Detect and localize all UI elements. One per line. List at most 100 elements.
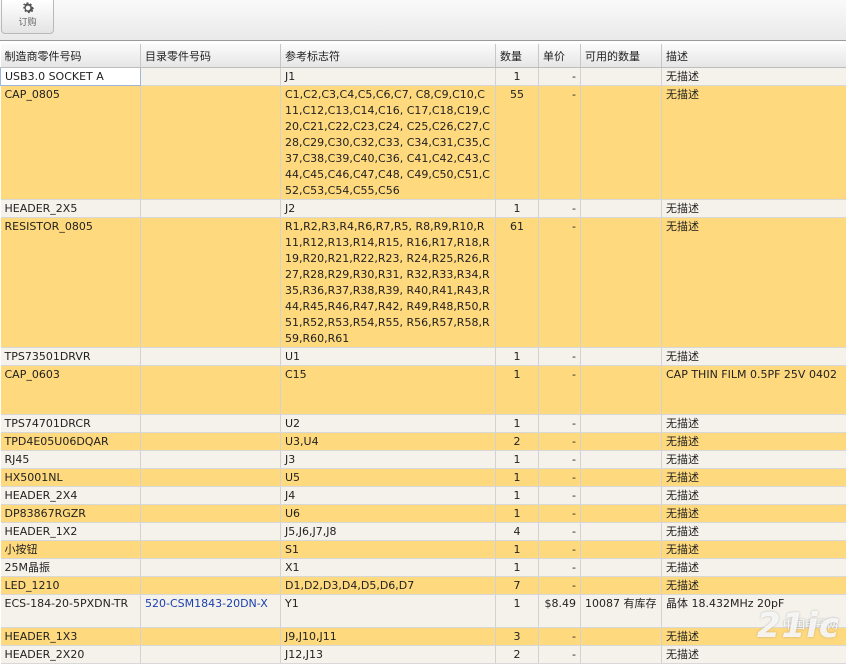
col-header-unit-price[interactable]: 单价 — [539, 44, 581, 68]
table-row[interactable]: LED_1210D1,D2,D3,D4,D5,D6,D77-无描述 — [1, 577, 846, 595]
quantity-cell: 61 — [496, 218, 539, 348]
ref-designator-cell: J2 — [281, 200, 496, 218]
unit-price-cell: - — [539, 86, 581, 200]
mfr-part-cell[interactable]: RESISTOR_0805 — [1, 218, 141, 348]
order-button[interactable]: 订购 — [1, 0, 54, 34]
table-row[interactable]: HEADER_2X5J21-无描述 — [1, 200, 846, 218]
mfr-part-cell[interactable]: HX5001NL — [1, 469, 141, 487]
unit-price-cell: - — [539, 451, 581, 469]
col-header-catalog-part[interactable]: 目录零件号码 — [141, 44, 281, 68]
quantity-cell: 3 — [496, 628, 539, 646]
table-row[interactable]: DP83867RGZRU61-无描述 — [1, 505, 846, 523]
quantity-cell: 55 — [496, 86, 539, 200]
quantity-cell: 1 — [496, 541, 539, 559]
mfr-part-cell[interactable]: CAP_0805 — [1, 86, 141, 200]
mfr-part-cell[interactable]: CAP_0603 — [1, 366, 141, 415]
description-cell: 无描述 — [662, 646, 846, 664]
mfr-part-cell[interactable]: TPD4E05U06DQAR — [1, 433, 141, 451]
table-row[interactable]: 小按钮S11-无描述 — [1, 541, 846, 559]
mfr-part-cell[interactable]: HEADER_2X5 — [1, 200, 141, 218]
table-row[interactable]: USB3.0 SOCKET A J11- 无描述 — [1, 68, 846, 86]
mfr-part-cell[interactable]: HEADER_1X2 — [1, 523, 141, 541]
available-qty-cell — [581, 348, 662, 366]
available-qty-cell — [581, 628, 662, 646]
catalog-part-cell — [141, 559, 281, 577]
table-row[interactable]: HEADER_1X3J9,J10,J113-无描述 — [1, 628, 846, 646]
unit-price-cell: - — [539, 433, 581, 451]
mfr-part-cell[interactable]: HEADER_1X3 — [1, 628, 141, 646]
table-row[interactable]: RESISTOR_0805R1,R2,R3,R4,R6,R7,R5, R8,R9… — [1, 218, 846, 348]
quantity-cell: 1 — [496, 595, 539, 628]
catalog-part-cell — [141, 366, 281, 415]
mfr-part-cell[interactable]: 25M晶振 — [1, 559, 141, 577]
table-row[interactable]: HEADER_2X20J12,J132-无描述 — [1, 646, 846, 664]
mfr-part-cell[interactable]: DP83867RGZR — [1, 505, 141, 523]
description-cell: 无描述 — [662, 541, 846, 559]
unit-price-cell: - — [539, 469, 581, 487]
col-header-ref-designator[interactable]: 参考标志符 — [281, 44, 496, 68]
unit-price-cell: - — [539, 541, 581, 559]
mfr-part-cell[interactable]: USB3.0 SOCKET A — [1, 68, 141, 86]
table-row[interactable]: CAP_0603C151-CAP THIN FILM 0.5PF 25V 040… — [1, 366, 846, 415]
unit-price-cell: - — [539, 487, 581, 505]
unit-price-cell: - — [539, 628, 581, 646]
catalog-part-cell — [141, 577, 281, 595]
order-label: 订购 — [2, 18, 53, 28]
unit-price-cell: - — [539, 559, 581, 577]
quantity-cell: 1 — [496, 68, 539, 86]
catalog-part-link[interactable]: 520-CSM1843-20DN-X — [145, 597, 268, 610]
quantity-cell: 1 — [496, 366, 539, 415]
mfr-part-cell[interactable]: TPS74701DRCR — [1, 415, 141, 433]
quantity-cell: 1 — [496, 200, 539, 218]
mfr-part-cell[interactable]: TPS73501DRVR — [1, 348, 141, 366]
gear-icon — [18, 0, 38, 16]
unit-price-cell: - — [539, 505, 581, 523]
available-qty-cell — [581, 200, 662, 218]
catalog-part-cell — [141, 469, 281, 487]
table-row[interactable]: HEADER_1X2J5,J6,J7,J84-无描述 — [1, 523, 846, 541]
quantity-cell: 1 — [496, 451, 539, 469]
col-header-available-qty[interactable]: 可用的数量 — [581, 44, 662, 68]
table-row[interactable]: CAP_0805 C1,C2,C3,C4,C5,C6,C7, C8,C9,C10,… — [1, 86, 846, 200]
ref-designator-cell: C15 — [281, 366, 496, 415]
ref-designator-cell: J9,J10,J11 — [281, 628, 496, 646]
available-qty-cell — [581, 415, 662, 433]
table-row[interactable]: HX5001NLU51-无描述 — [1, 469, 846, 487]
ref-designator-cell: J5,J6,J7,J8 — [281, 523, 496, 541]
table-row[interactable]: ECS-184-20-5PXDN-TR520-CSM1843-20DN-XY11… — [1, 595, 846, 628]
catalog-part-cell — [141, 646, 281, 664]
table-row[interactable]: TPD4E05U06DQARU3,U42-无描述 — [1, 433, 846, 451]
description-cell: 无描述 — [662, 433, 846, 451]
unit-price-cell: - — [539, 68, 581, 86]
ref-designator-cell: J1 — [281, 68, 496, 86]
catalog-part-cell — [141, 523, 281, 541]
catalog-part-cell: 520-CSM1843-20DN-X — [141, 595, 281, 628]
mfr-part-cell[interactable]: LED_1210 — [1, 577, 141, 595]
quantity-cell: 2 — [496, 433, 539, 451]
mfr-part-cell[interactable]: ECS-184-20-5PXDN-TR — [1, 595, 141, 628]
ref-designator-cell: C1,C2,C3,C4,C5,C6,C7, C8,C9,C10,C11,C12,… — [281, 86, 496, 200]
col-header-mfr-part[interactable]: 制造商零件号码 — [1, 44, 141, 68]
description-cell: 无描述 — [662, 415, 846, 433]
quantity-cell: 1 — [496, 505, 539, 523]
table-row[interactable]: TPS74701DRCRU21-无描述 — [1, 415, 846, 433]
available-qty-cell — [581, 505, 662, 523]
col-header-description[interactable]: 描述 — [662, 44, 846, 68]
table-row[interactable]: TPS73501DRVRU11-无描述 — [1, 348, 846, 366]
description-cell: CAP THIN FILM 0.5PF 25V 0402 — [662, 366, 846, 415]
mfr-part-cell[interactable]: RJ45 — [1, 451, 141, 469]
table-row[interactable]: RJ45J31-无描述 — [1, 451, 846, 469]
table-row[interactable]: 25M晶振X11-无描述 — [1, 559, 846, 577]
ref-designator-cell: U1 — [281, 348, 496, 366]
col-header-quantity[interactable]: 数量 — [496, 44, 539, 68]
table-row[interactable]: HEADER_2X4J41-无描述 — [1, 487, 846, 505]
available-qty-cell — [581, 366, 662, 415]
unit-price-cell: - — [539, 523, 581, 541]
description-cell: 无描述 — [662, 68, 846, 86]
mfr-part-cell[interactable]: HEADER_2X4 — [1, 487, 141, 505]
mfr-part-cell[interactable]: HEADER_2X20 — [1, 646, 141, 664]
quantity-cell: 1 — [496, 348, 539, 366]
available-qty-cell — [581, 469, 662, 487]
unit-price-cell: - — [539, 348, 581, 366]
mfr-part-cell[interactable]: 小按钮 — [1, 541, 141, 559]
